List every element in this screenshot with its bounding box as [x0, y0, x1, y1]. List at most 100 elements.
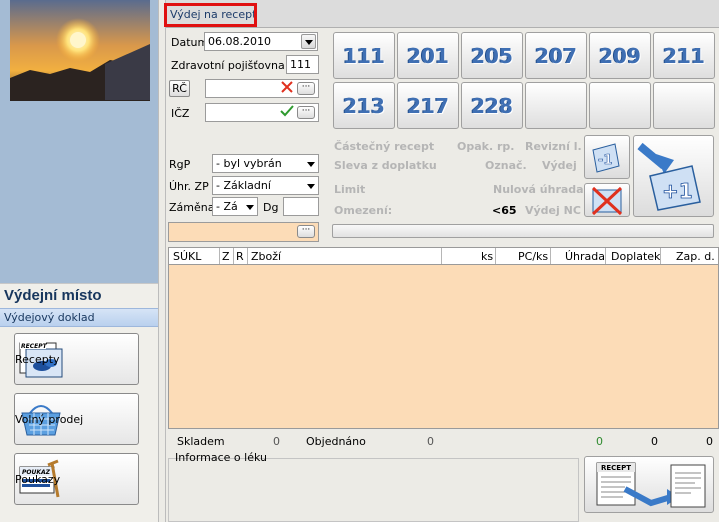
svg-text:-1: -1: [598, 153, 612, 168]
recept-transfer-icon: RECEPT: [596, 462, 706, 508]
rc-more-button[interactable]: ···: [297, 82, 315, 95]
doc-type-label: Výdejový doklad: [4, 311, 95, 324]
pojistovna-label: Zdravotní pojišťovna: [171, 59, 285, 72]
plus-one-button[interactable]: +1: [633, 135, 714, 217]
issue-prescription-button[interactable]: RECEPT: [584, 456, 714, 513]
col-separator[interactable]: [605, 248, 606, 264]
flag-nulova-uhrada[interactable]: Nulová úhrada: [493, 183, 584, 196]
objednano-label: Objednáno: [306, 435, 366, 448]
flag-limit[interactable]: Limit: [334, 183, 365, 196]
col-separator[interactable]: [660, 248, 661, 264]
pojistovna-value: 111: [290, 58, 311, 71]
flag-revizni[interactable]: Revizní l.: [525, 140, 582, 153]
col-z[interactable]: Z: [222, 250, 230, 263]
zamena-label: Záměna: [169, 201, 215, 214]
recepty-label: Recepty: [15, 352, 60, 366]
col-separator[interactable]: [219, 248, 220, 264]
svg-text:+1: +1: [662, 179, 693, 203]
code-button-207[interactable]: 207: [525, 32, 587, 79]
doplatek-total: 0: [651, 435, 658, 448]
code-button-205[interactable]: 205: [461, 32, 523, 79]
col-zap-d[interactable]: Zap. d.: [676, 250, 715, 263]
datum-dropdown-button[interactable]: [301, 34, 316, 49]
flag-omezeni: Omezení:: [334, 204, 393, 217]
code-button-empty[interactable]: [525, 82, 587, 129]
flag-castecny-recept[interactable]: Částečný recept: [334, 140, 434, 153]
minus-one-icon: -1: [592, 143, 620, 173]
note-more-button[interactable]: ···: [297, 225, 315, 238]
col-sukl[interactable]: SÚKL: [173, 250, 201, 263]
code-button-111[interactable]: 111: [333, 32, 395, 79]
zap-total: 0: [706, 435, 713, 448]
minus-one-button[interactable]: -1: [584, 135, 630, 179]
panel-splitter[interactable]: [158, 0, 166, 522]
drug-info-panel: [168, 458, 579, 522]
col-ks[interactable]: ks: [481, 250, 493, 263]
rc-label: RČ: [172, 82, 187, 95]
poukazy-label: Poukazy: [15, 472, 61, 486]
col-pc-ks[interactable]: PC/ks: [518, 250, 548, 263]
col-zbozi[interactable]: Zboží: [251, 250, 281, 263]
volny-prodej-button[interactable]: Volný prodej: [14, 393, 139, 445]
pojistovna-field[interactable]: 111: [286, 55, 319, 74]
flag-oznac[interactable]: Označ.: [485, 159, 527, 172]
rgp-label: RgP: [169, 158, 191, 171]
flag-vydej-nc[interactable]: Výdej NC: [525, 204, 581, 217]
invalid-x-icon: [280, 80, 294, 94]
zamena-select[interactable]: - Zá: [212, 197, 258, 216]
poukazy-button[interactable]: POUKAZ Poukazy: [14, 453, 139, 505]
skladem-value: 0: [273, 435, 280, 448]
rgp-select[interactable]: - byl vybrán: [212, 154, 319, 173]
skladem-label: Skladem: [177, 435, 225, 448]
icz-label: IČZ: [171, 107, 190, 120]
drug-info-label: Informace o léku: [175, 451, 267, 464]
datum-label: Datum: [171, 36, 209, 49]
col-doplatek[interactable]: Doplatek: [611, 250, 660, 263]
col-r[interactable]: R: [236, 250, 244, 263]
rc-button[interactable]: RČ: [169, 80, 190, 97]
flag-sleva[interactable]: Sleva z doplatku: [334, 159, 437, 172]
delete-button[interactable]: [584, 183, 630, 217]
col-uhrada[interactable]: Úhrada: [565, 250, 605, 263]
tab-highlight: [164, 3, 257, 27]
col-separator[interactable]: [233, 248, 234, 264]
flag-vydej[interactable]: Výdej: [542, 159, 577, 172]
volny-prodej-label: Volný prodej: [15, 412, 84, 426]
uhr-label: Úhr. ZP: [169, 180, 209, 193]
code-button-211[interactable]: 211: [653, 32, 715, 79]
objednano-value: 0: [427, 435, 434, 448]
dg-field[interactable]: [283, 197, 319, 216]
uhr-value: - Základní: [216, 179, 271, 192]
section-title: Výdejní místo: [4, 287, 102, 304]
code-button-217[interactable]: 217: [397, 82, 459, 129]
plus-one-icon: +1: [637, 142, 701, 211]
recepty-button[interactable]: RECEPT Recepty: [14, 333, 139, 385]
col-separator[interactable]: [247, 248, 248, 264]
sunset-photo: [10, 0, 150, 101]
delete-icon: [591, 186, 623, 216]
col-separator[interactable]: [441, 248, 442, 264]
code-button-213[interactable]: 213: [333, 82, 395, 129]
dg-label: Dg: [263, 201, 279, 214]
code-button-empty[interactable]: [653, 82, 715, 129]
datum-value: 06.08.2010: [208, 35, 271, 48]
icz-more-button[interactable]: ···: [297, 106, 315, 119]
valid-check-icon: [280, 104, 294, 118]
items-table[interactable]: [168, 247, 719, 429]
note-dots: ···: [301, 225, 311, 235]
age-limit[interactable]: <65: [492, 204, 517, 217]
code-button-209[interactable]: 209: [589, 32, 651, 79]
code-button-empty[interactable]: [589, 82, 651, 129]
uhr-select[interactable]: - Základní: [212, 176, 319, 195]
progress-bar: [332, 224, 714, 238]
rc-dots: ···: [301, 82, 311, 92]
svg-text:RECEPT: RECEPT: [601, 464, 631, 472]
flag-opak-rp[interactable]: Opak. rp.: [457, 140, 514, 153]
icz-dots: ···: [301, 106, 311, 116]
code-button-228[interactable]: 228: [461, 82, 523, 129]
total-value-green: 0: [596, 435, 603, 448]
code-button-201[interactable]: 201: [397, 32, 459, 79]
svg-text:RECEPT: RECEPT: [21, 343, 48, 350]
col-separator[interactable]: [495, 248, 496, 264]
col-separator[interactable]: [550, 248, 551, 264]
